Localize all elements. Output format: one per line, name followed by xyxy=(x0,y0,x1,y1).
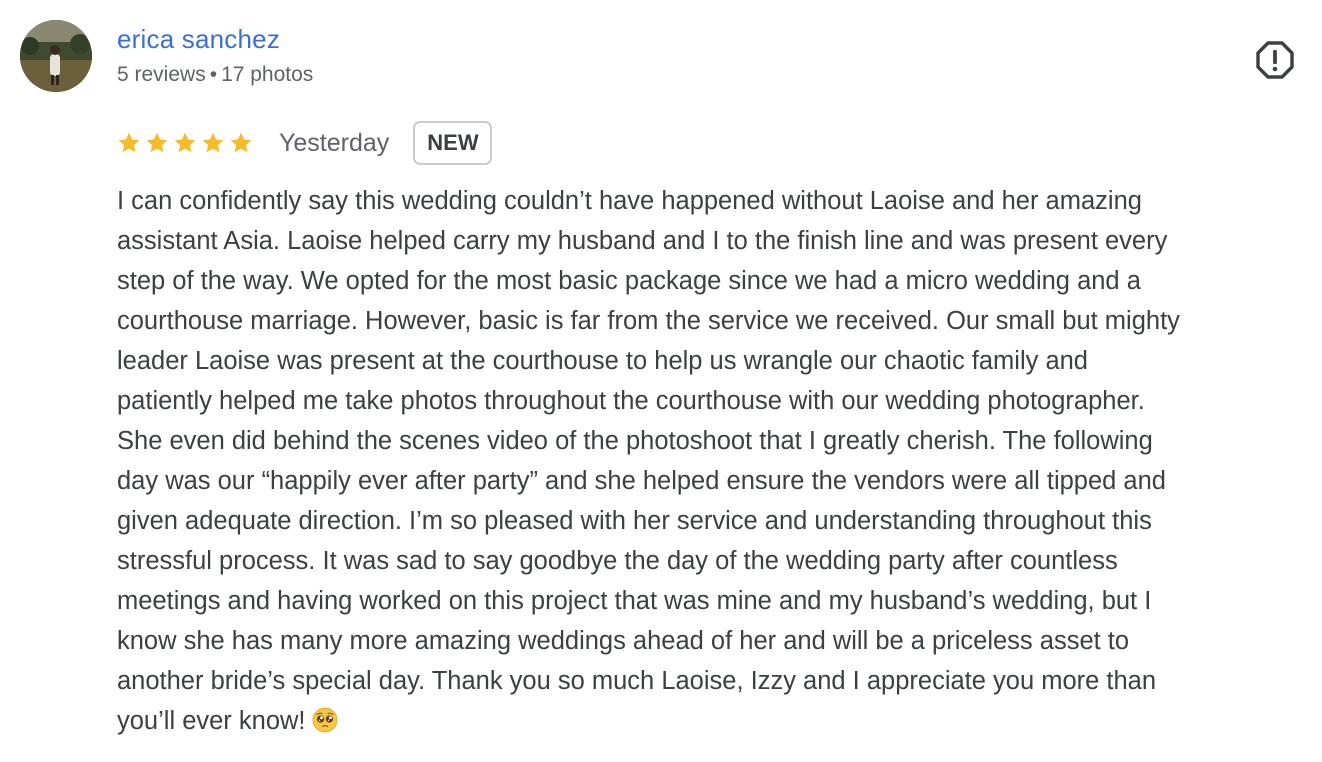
star-rating xyxy=(117,131,253,155)
pleading-face-emoji-icon xyxy=(312,707,337,733)
review-text-line: stressful process. It was sad to say goo… xyxy=(117,547,1118,575)
review-text-line: I can confidently say this wedding could… xyxy=(117,187,1142,215)
review-text-line: assistant Asia. Laoise helped carry my h… xyxy=(117,227,1168,255)
review-text: I can confidently say this wedding could… xyxy=(117,181,1322,741)
review-text-line: She even did behind the scenes video of … xyxy=(117,427,1153,455)
reviewer-stats[interactable]: 5 reviews • 17 photos xyxy=(117,63,313,87)
review-text-line: know she has many more amazing weddings … xyxy=(117,627,1130,655)
review-text-line: given adequate direction. I’m so pleased… xyxy=(117,507,1152,535)
photo-count: 17 photos xyxy=(221,63,314,86)
review-text-line: another bride’s special day. Thank you s… xyxy=(117,667,1157,695)
rating-row: Yesterday NEW xyxy=(117,119,492,167)
review-text-line: step of the way. We opted for the most b… xyxy=(117,267,1141,295)
report-icon xyxy=(1256,41,1294,79)
review-text-line: leader Laoise was present at the courtho… xyxy=(117,347,1088,375)
new-badge: NEW xyxy=(413,121,492,165)
star-icon xyxy=(146,132,168,153)
avatar-photo xyxy=(20,20,92,92)
star-icon xyxy=(118,132,140,153)
avatar[interactable] xyxy=(20,20,92,92)
review-text-line: you’ll ever know! xyxy=(117,701,1322,741)
review-date: Yesterday xyxy=(279,128,390,157)
report-button[interactable] xyxy=(1256,41,1294,79)
star-icon xyxy=(202,132,224,153)
review-text-line: patiently helped me take photos througho… xyxy=(117,387,1145,415)
meta-separator: • xyxy=(209,63,218,86)
review-text-line: courthouse marriage. However, basic is f… xyxy=(117,307,1180,335)
star-icon xyxy=(174,132,196,153)
reviewer-name[interactable]: erica sanchez xyxy=(117,24,280,55)
review-count: 5 reviews xyxy=(117,63,206,86)
review-text-line: meetings and having worked on this proje… xyxy=(117,587,1152,615)
star-icon xyxy=(230,132,252,153)
review-text-line: day was our “happily ever after party” a… xyxy=(117,467,1166,495)
